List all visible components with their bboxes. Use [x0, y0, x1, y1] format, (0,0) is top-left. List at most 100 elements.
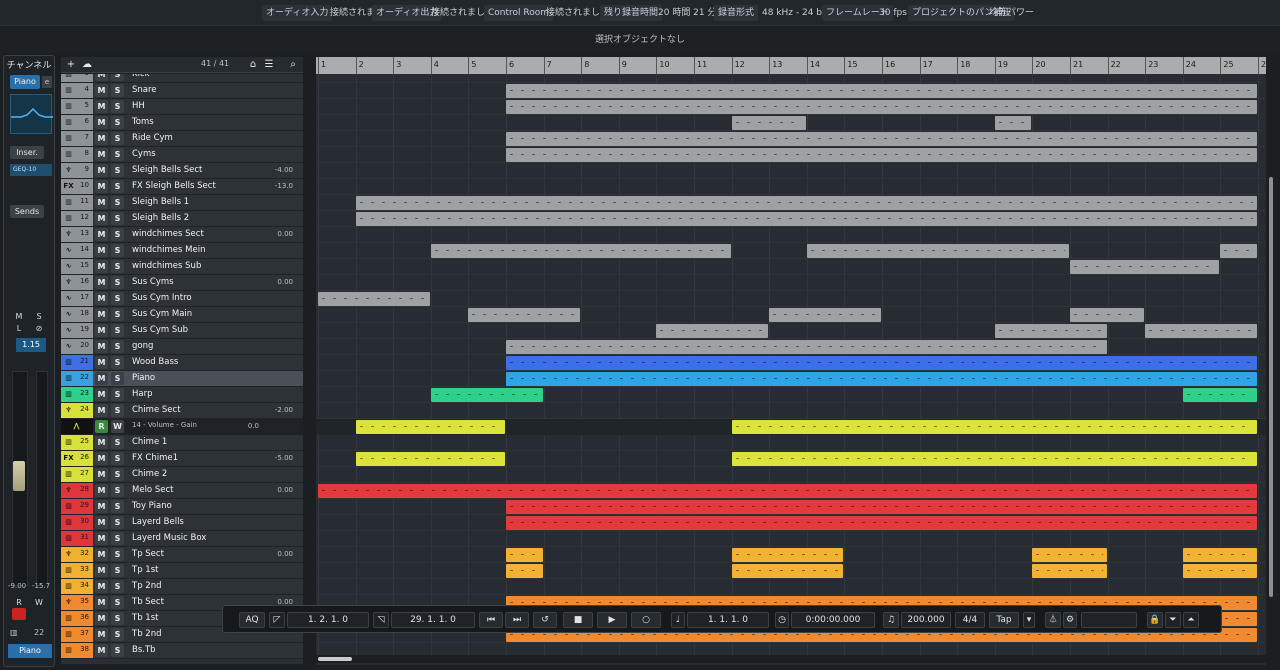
event-clip[interactable] [1182, 564, 1257, 578]
event-clip[interactable] [1032, 548, 1107, 562]
track-row[interactable]: ∿ 14 M Swindchimes Mein [61, 243, 303, 259]
play-icon[interactable]: ▶ [597, 612, 627, 628]
right-locator-icon[interactable]: ◹ [373, 612, 389, 628]
track-row[interactable]: ∿ 15 M Swindchimes Sub [61, 259, 303, 275]
event-clip[interactable] [731, 452, 1257, 466]
track-name[interactable]: Tb Sect [132, 597, 164, 607]
track-name[interactable]: Bs.Tb [132, 645, 156, 655]
track-name[interactable]: Kick [132, 74, 150, 79]
event-clip[interactable] [506, 500, 1257, 514]
mute-button[interactable]: M [95, 644, 108, 657]
track-row[interactable]: ∿ 19 M S Sus Cym Sub [61, 323, 303, 339]
track-volume[interactable]: 0.00 [277, 550, 293, 558]
automation-value[interactable]: 0.0 [248, 422, 259, 430]
track-row[interactable]: ▥ 21 M S Wood Bass [61, 355, 303, 371]
mute-button[interactable]: M [95, 500, 108, 513]
event-clip[interactable] [506, 516, 1257, 530]
event-clip[interactable] [506, 564, 543, 578]
mute-button[interactable]: M [95, 228, 108, 241]
lock-icon[interactable]: 🔒 [1147, 612, 1163, 628]
timeline-ruler[interactable]: 1 2 3 4 5 6 7 8 9 10 11 12 13 14 15 16 17 18 19 20 21 22 23 24 2… [316, 57, 1266, 74]
event-clip[interactable] [994, 116, 1032, 130]
track-name[interactable]: HH [132, 101, 145, 111]
event-clip[interactable] [355, 420, 505, 434]
track-name[interactable]: Layerd Music Box [132, 533, 206, 543]
track-preset-icon[interactable]: ☁ [81, 59, 93, 71]
track-name[interactable]: Layerd Bells [132, 517, 184, 527]
insert-slot[interactable]: GEQ-10 [10, 164, 52, 176]
track-name[interactable]: Sus Cyms [132, 277, 174, 287]
solo-button[interactable]: S [111, 372, 124, 385]
event-clip[interactable] [430, 244, 731, 258]
mute-button[interactable]: M [95, 164, 108, 177]
mute-button[interactable]: M [95, 372, 108, 385]
mute-button[interactable]: M [95, 292, 108, 305]
solo-button[interactable]: S [111, 340, 124, 353]
solo-button[interactable]: S [111, 516, 124, 529]
gear-icon[interactable]: ⚙ [1063, 612, 1077, 628]
cycle-icon[interactable]: ↺ [533, 612, 557, 628]
event-clip[interactable] [1182, 548, 1257, 562]
event-clip[interactable] [430, 388, 543, 402]
solo-button[interactable]: S [111, 644, 124, 657]
track-name[interactable]: Tb 1st [132, 613, 158, 623]
event-clip[interactable] [318, 292, 430, 306]
track-row[interactable]: ♆ 13 M Swindchimes Sect 0.00 [61, 227, 303, 243]
event-clip[interactable] [731, 420, 1257, 434]
automation-param[interactable]: 14 - Volume - Gain [132, 421, 197, 429]
solo-button[interactable]: S [111, 244, 124, 257]
tempo-field[interactable]: 200.000 [901, 612, 951, 628]
track-row[interactable]: ▥ 11 M S Sleigh Bells 1 [61, 195, 303, 211]
track-row[interactable]: ▥ 30 M S Layerd Bells [61, 515, 303, 531]
volume-readout[interactable]: 1.15 [16, 338, 46, 352]
track-row[interactable]: ∿ 20 M Sgong [61, 339, 303, 355]
track-row[interactable]: ▥3 MS Kick [61, 74, 303, 83]
inserts-button[interactable]: Inser. [10, 146, 44, 159]
eq-curve-display[interactable] [10, 94, 53, 134]
inspector-listen-button[interactable]: L [12, 323, 26, 335]
track-row[interactable]: ▥ 12 M S Sleigh Bells 2 [61, 211, 303, 227]
track-name[interactable]: Tp 2nd [132, 581, 161, 591]
track-name[interactable]: Sleigh Bells Sect [132, 165, 202, 175]
track-name[interactable]: Tp 1st [132, 565, 158, 575]
event-clip[interactable] [506, 356, 1257, 370]
track-row[interactable]: ▥ 22 M S Piano [61, 371, 303, 387]
solo-button[interactable]: S [111, 612, 124, 625]
solo-button[interactable]: S [111, 164, 124, 177]
event-clip[interactable] [506, 132, 1257, 146]
go-to-start-icon[interactable]: ⏮ [479, 612, 503, 628]
mute-button[interactable]: M [95, 84, 108, 97]
solo-button[interactable]: S [111, 356, 124, 369]
add-track-icon[interactable]: + [65, 59, 77, 71]
solo-button[interactable]: S [111, 580, 124, 593]
track-row[interactable]: ♆ 32 M S Tp Sect 0.00 [61, 547, 303, 563]
track-volume[interactable]: -13.0 [275, 182, 293, 190]
record-icon[interactable]: ○ [631, 612, 661, 628]
sends-button[interactable]: Sends [10, 205, 44, 218]
track-row[interactable]: ▥ 33 M S Tp 1st [61, 563, 303, 579]
solo-button[interactable]: S [111, 532, 124, 545]
solo-button[interactable]: S [111, 116, 124, 129]
solo-button[interactable]: S [111, 132, 124, 145]
signature-field[interactable]: 4/4 [955, 612, 985, 628]
mute-button[interactable]: M [95, 612, 108, 625]
track-name[interactable]: Tp Sect [132, 549, 164, 559]
mute-button[interactable]: M [95, 628, 108, 641]
track-row[interactable]: ♆ 16 M S Sus Cyms 0.00 [61, 275, 303, 291]
solo-button[interactable]: S [111, 276, 124, 289]
solo-button[interactable]: S [111, 308, 124, 321]
event-clip[interactable] [806, 244, 1069, 258]
event-clip[interactable] [468, 308, 581, 322]
solo-button[interactable]: S [111, 484, 124, 497]
track-row[interactable]: ▥ 38 M S Bs.Tb [61, 643, 303, 659]
event-clip[interactable] [1070, 308, 1145, 322]
track-name[interactable]: Snare [132, 85, 157, 95]
mute-button[interactable]: M [95, 404, 108, 417]
mute-button[interactable]: M [95, 276, 108, 289]
inspector-track-name[interactable]: Piano [10, 75, 40, 89]
track-row[interactable]: FX 10 M S FX Sleigh Bells Sect -13.0 [61, 179, 303, 195]
event-clip[interactable] [656, 324, 769, 338]
horizontal-scrollbar[interactable] [316, 655, 1266, 663]
track-name[interactable]: Ride Cym [132, 133, 173, 143]
solo-button[interactable]: S [111, 564, 124, 577]
